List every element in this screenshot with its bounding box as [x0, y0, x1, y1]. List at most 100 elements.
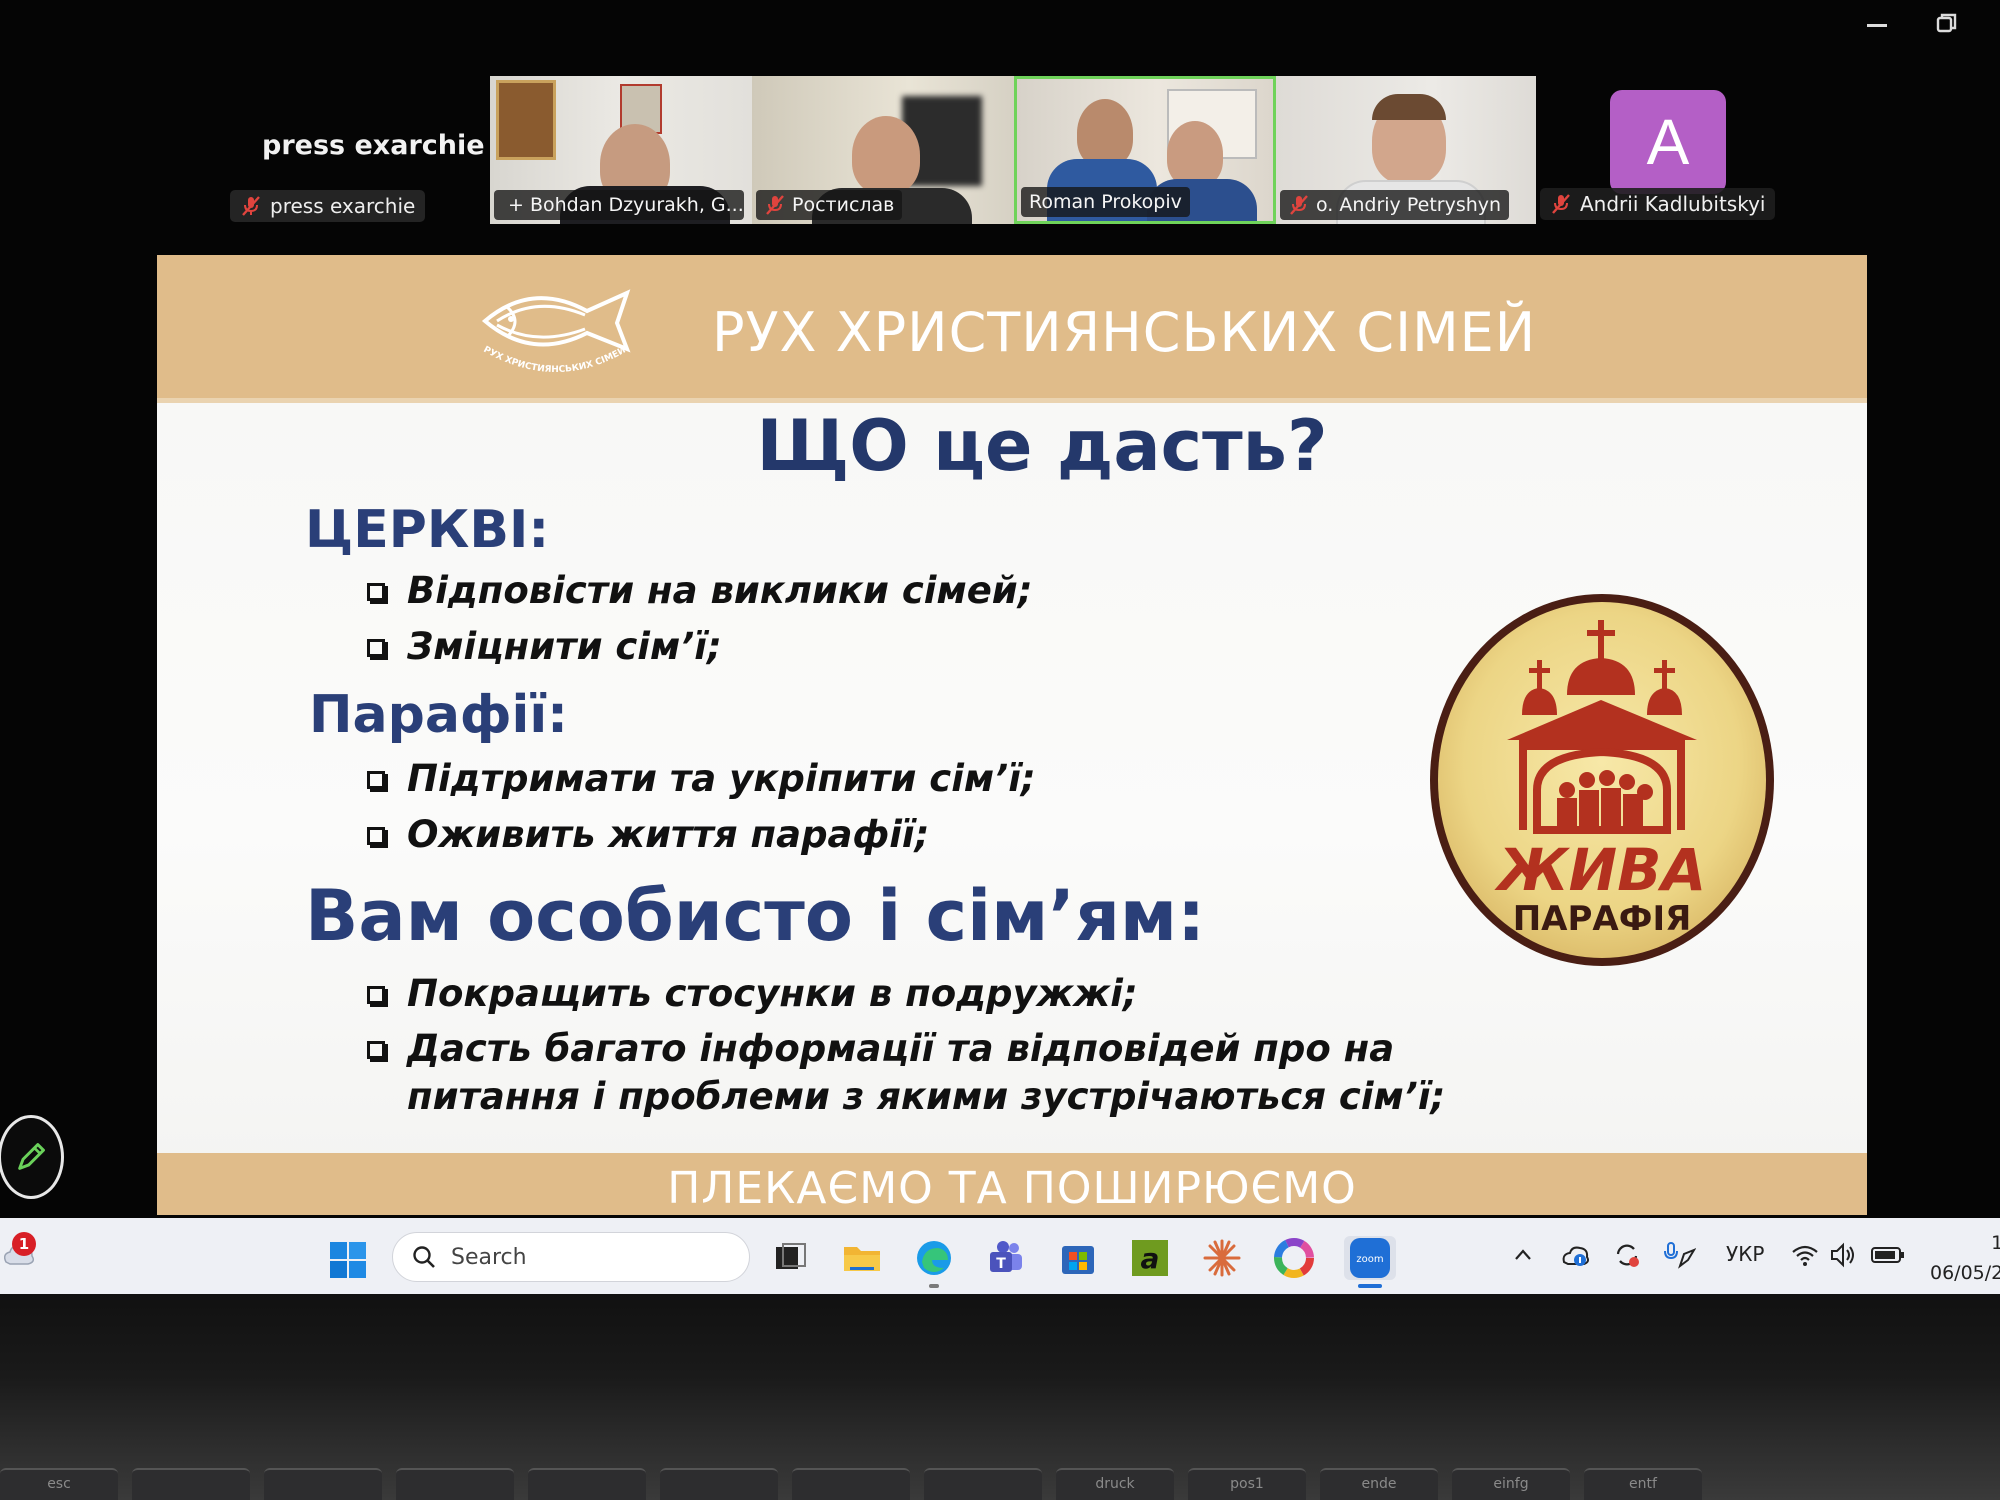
taskbar: 1 Search T a zoom УКР 1 06/05/2	[0, 1218, 2000, 1294]
microphone-location-icon[interactable]	[1662, 1240, 1696, 1270]
keyboard-key	[924, 1468, 1042, 1500]
keyboard-key: einfg	[1452, 1468, 1570, 1500]
slide-footer-text: ПЛЕКАЄМО ТА ПОШИРЮЄМО	[667, 1163, 1357, 1214]
svg-text:РУХ ХРИСТИЯНСЬКИХ СІМЕЙ: РУХ ХРИСТИЯНСЬКИХ СІМЕЙ	[482, 344, 628, 375]
clock-time: 1	[1991, 1232, 2000, 1254]
checkbox-bullet-icon	[367, 986, 385, 1004]
participant-tile-active-speaker[interactable]: Roman Prokopiv	[1014, 76, 1276, 224]
mic-muted-icon	[766, 195, 784, 215]
language-indicator[interactable]: УКР	[1726, 1242, 1764, 1266]
chevron-up-icon[interactable]	[1512, 1244, 1534, 1266]
checkbox-bullet-icon	[367, 639, 385, 657]
keyboard-key: entf	[1584, 1468, 1702, 1500]
pencil-icon	[18, 1143, 45, 1170]
minimize-button[interactable]	[1860, 8, 1894, 38]
teams-icon: T	[990, 1241, 1022, 1272]
windows-start-icon[interactable]	[328, 1240, 368, 1280]
participant-name: + Bohdan Dzyurakh, G...	[508, 194, 744, 216]
sync-icon[interactable]	[1612, 1240, 1642, 1270]
svg-text:zoom: zoom	[1356, 1254, 1383, 1265]
taskbar-search-box[interactable]: Search	[392, 1232, 750, 1282]
participant-avatar[interactable]: A	[1610, 90, 1726, 194]
svg-text:a: a	[1141, 1242, 1160, 1275]
color-wheel-icon	[1274, 1238, 1314, 1278]
folder-icon	[844, 1247, 880, 1271]
section-heading-personal: Вам особисто і сім’ям:	[305, 875, 1206, 957]
a-app-icon: a	[1132, 1240, 1168, 1276]
section-heading-church: ЦЕРКВІ:	[305, 500, 550, 560]
store-button[interactable]	[1056, 1236, 1100, 1280]
notification-badge: 1	[12, 1232, 36, 1256]
participant-tile[interactable]: + Bohdan Dzyurakh, G...	[490, 76, 752, 224]
search-icon	[413, 1246, 435, 1268]
keyboard-key	[792, 1468, 910, 1500]
asterisk-app-button[interactable]	[1200, 1236, 1244, 1280]
keyboard-key: pos1	[1188, 1468, 1306, 1500]
shared-screen-slide: РУХ ХРИСТИЯНСЬКИХ СІМЕЙ РУХ ХРИСТИЯНСЬКИ…	[157, 255, 1867, 1215]
keyboard-key	[264, 1468, 382, 1500]
self-view-name: press exarchie	[262, 130, 485, 161]
bullet-item: Зміцнити сім’ї;	[367, 623, 722, 671]
section-heading-parish: Парафії:	[309, 685, 568, 745]
bullet-item: Відповісти на виклики сімей;	[367, 567, 1033, 615]
keyboard-key: druck	[1056, 1468, 1174, 1500]
task-view-icon	[776, 1243, 806, 1269]
checkbox-bullet-icon	[367, 583, 385, 601]
checkbox-bullet-icon	[367, 771, 385, 789]
onedrive-cloud-icon[interactable]	[1560, 1240, 1590, 1270]
participant-name: Ростислав	[792, 194, 895, 216]
participant-name: Andrii Kadlubitskyi	[1580, 192, 1766, 216]
parish-logo-line2: ПАРАФІЯ	[1513, 899, 1692, 939]
bullet-item: Дасть багато інформації та відповідей пр…	[367, 1025, 1567, 1121]
clock-date: 06/05/2	[1930, 1262, 2000, 1284]
volume-icon[interactable]	[1828, 1240, 1858, 1270]
bullet-item: Підтримати та укріпити сім’ї;	[367, 755, 1036, 803]
svg-text:T: T	[996, 1256, 1006, 1272]
task-view-button[interactable]	[768, 1236, 812, 1280]
slide-title: ЩО це дасть?	[756, 405, 1328, 487]
participant-name: Roman Prokopiv	[1029, 191, 1182, 213]
bullet-item: Покращить стосунки в подружжі;	[367, 970, 1138, 1018]
parish-logo-line1: ЖИВА	[1494, 836, 1707, 904]
zoom-icon: zoom	[1350, 1238, 1390, 1278]
wifi-icon[interactable]	[1790, 1240, 1820, 1270]
file-explorer-button[interactable]	[840, 1236, 884, 1280]
participant-tile[interactable]: Ростислав	[752, 76, 1014, 224]
teams-button[interactable]: T	[984, 1236, 1028, 1280]
keyboard-key	[132, 1468, 250, 1500]
annotate-pen-button[interactable]	[0, 1115, 64, 1199]
edge-browser-button[interactable]	[912, 1236, 956, 1288]
keyboard-key: ende	[1320, 1468, 1438, 1500]
mic-muted-icon	[1552, 194, 1570, 214]
search-placeholder: Search	[451, 1244, 527, 1270]
checkbox-bullet-icon	[367, 827, 385, 845]
mic-muted-icon	[1290, 195, 1308, 215]
self-name-label: press exarchie	[270, 194, 416, 218]
acrobat-button[interactable]: a	[1128, 1236, 1172, 1280]
logo-caption: РУХ ХРИСТИЯНСЬКИХ СІМЕЙ	[482, 344, 628, 375]
participant-tile[interactable]: o. Andriy Petryshyn	[1276, 76, 1536, 224]
slide-footer: ПЛЕКАЄМО ТА ПОШИРЮЄМО	[157, 1153, 1867, 1215]
battery-icon[interactable]	[1870, 1240, 1906, 1270]
mic-muted-icon	[242, 196, 260, 216]
color-app-button[interactable]	[1272, 1236, 1316, 1280]
zoom-app-button[interactable]: zoom	[1344, 1236, 1396, 1288]
slide-header-title: РУХ ХРИСТИЯНСЬКИХ СІМЕЙ	[712, 301, 1537, 364]
checkbox-bullet-icon	[367, 1041, 385, 1059]
keyboard-key	[528, 1468, 646, 1500]
restore-button[interactable]	[1930, 8, 1964, 38]
store-icon	[1062, 1246, 1094, 1274]
participant-name: o. Andriy Petryshyn	[1316, 194, 1502, 216]
fish-logo-icon: РУХ ХРИСТИЯНСЬКИХ СІМЕЙ	[482, 289, 631, 375]
keyboard-key	[396, 1468, 514, 1500]
edge-icon	[917, 1241, 951, 1275]
self-name-chip: press exarchie	[230, 190, 426, 222]
sunburst-icon	[1203, 1239, 1241, 1277]
participant-name-chip: Andrii Kadlubitskyi	[1540, 188, 1776, 220]
restore-icon	[1936, 13, 1957, 33]
keyboard-key	[660, 1468, 778, 1500]
taskbar-clock[interactable]: 1 06/05/2	[1930, 1228, 2000, 1288]
slide-header: РУХ ХРИСТИЯНСЬКИХ СІМЕЙ РУХ ХРИСТИЯНСЬКИ…	[157, 255, 1867, 403]
parish-logo: ЖИВА ПАРАФІЯ	[1430, 594, 1774, 966]
keyboard-key: esc	[0, 1468, 118, 1500]
